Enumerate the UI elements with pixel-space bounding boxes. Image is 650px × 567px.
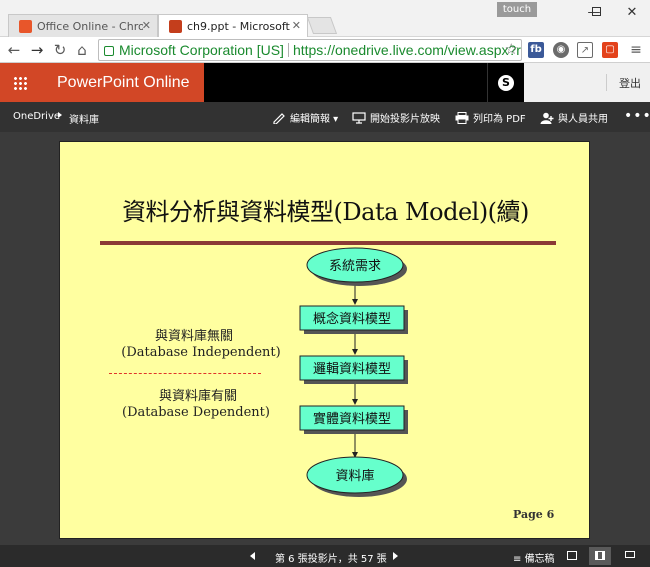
home-icon[interactable]: ⌂ xyxy=(72,40,92,60)
browser-tab-office-online[interactable]: Office Online - Chrome S ✕ xyxy=(8,14,158,37)
data-model-flowchart: 系統需求 概念資料模型 邏輯資料模型 實體資料模型 資料庫 xyxy=(299,247,408,497)
url-text: https://onedrive.live.com/view.aspx?re xyxy=(292,42,522,58)
normal-view-icon xyxy=(567,551,577,560)
waffle-icon xyxy=(13,76,27,90)
new-tab-button[interactable] xyxy=(306,17,338,34)
normal-view-button[interactable] xyxy=(561,547,583,565)
app-title[interactable]: PowerPoint Online xyxy=(40,63,204,102)
edit-presentation-button[interactable]: 編輯簡報 ▾ xyxy=(272,110,338,125)
browser-title-bar: Office Online - Chrome S ✕ ch9.ppt - Mic… xyxy=(0,0,650,37)
conceptual-model-text: 概念資料模型 xyxy=(313,311,391,327)
logical-model-text: 邏輯資料模型 xyxy=(313,362,391,377)
chrome-menu-icon[interactable]: ≡ xyxy=(626,40,646,60)
physical-model-text: 實體資料模型 xyxy=(313,411,391,427)
bookmark-star-icon[interactable]: ☆ xyxy=(505,40,518,60)
slide-page-number: Page 6 xyxy=(513,508,555,521)
start-slideshow-button[interactable]: 開始投影片放映 xyxy=(352,110,440,125)
close-tab-icon[interactable]: ✕ xyxy=(142,19,151,32)
status-bar: 第 6 張投影片，共 57 張 ≡ 備忘稿 xyxy=(0,545,650,567)
forward-arrow-icon[interactable]: → xyxy=(27,40,47,60)
certificate-label: Microsoft Corporation [US] xyxy=(119,42,284,58)
maximize-button[interactable] xyxy=(576,2,616,24)
edit-label: 編輯簡報 xyxy=(290,114,330,125)
projector-icon xyxy=(352,112,366,124)
compass-extension-icon[interactable]: ◉ xyxy=(553,42,569,58)
account-area: 登出 xyxy=(524,63,650,102)
browser-tab-ch9-ppt[interactable]: ch9.ppt - Microsoft Pow ✕ xyxy=(158,14,308,37)
reading-view-icon xyxy=(595,551,605,560)
close-window-button[interactable]: ✕ xyxy=(612,2,650,24)
printer-icon xyxy=(455,112,469,124)
print-pdf-button[interactable]: 列印為 PDF xyxy=(455,110,526,125)
tab-label: Office Online - Chrome S xyxy=(37,20,143,33)
back-arrow-icon[interactable]: ← xyxy=(4,40,24,60)
skype-icon: S xyxy=(498,75,514,91)
next-slide-icon[interactable] xyxy=(393,552,398,560)
slide-counter: 第 6 張投影片，共 57 張 xyxy=(275,554,387,565)
facebook-extension-icon[interactable]: fb xyxy=(528,42,544,58)
close-tab-icon[interactable]: ✕ xyxy=(292,19,301,32)
office-favicon-icon xyxy=(19,20,32,33)
reading-view-button[interactable] xyxy=(589,547,611,565)
breadcrumb-onedrive[interactable]: OneDrive xyxy=(13,111,60,122)
powerpoint-favicon-icon xyxy=(169,20,182,33)
lock-icon xyxy=(104,46,114,56)
tab-label: ch9.ppt - Microsoft Pow xyxy=(187,20,293,33)
notes-button[interactable]: ≡ 備忘稿 xyxy=(513,550,555,565)
slideshow-view-button[interactable] xyxy=(619,547,641,565)
office-header: PowerPoint Online S 登出 xyxy=(0,63,650,102)
pencil-icon xyxy=(273,113,285,124)
slide-canvas: 資料分析與資料模型(Data Model)(續) 與資料庫無關 (Databas… xyxy=(59,141,590,539)
share-extension-icon[interactable]: ↗ xyxy=(577,42,593,58)
signout-link[interactable]: 登出 xyxy=(619,75,641,91)
database-text: 資料庫 xyxy=(335,469,374,484)
touch-indicator: touch xyxy=(497,2,537,17)
breadcrumb-folder[interactable]: 資料庫 xyxy=(69,111,99,126)
slideshow-view-icon xyxy=(625,551,635,558)
share-label: 與人員共用 xyxy=(558,114,608,125)
office-extension-icon[interactable]: ▢ xyxy=(602,42,618,58)
previous-slide-icon[interactable] xyxy=(250,552,255,560)
app-launcher-button[interactable] xyxy=(0,63,40,102)
skype-button[interactable]: S xyxy=(487,63,523,102)
print-label: 列印為 PDF xyxy=(473,114,526,125)
address-toolbar: ← → ↻ ⌂ Microsoft Corporation [US] https:… xyxy=(0,37,650,63)
requirements-text: 系統需求 xyxy=(329,259,381,274)
slideshow-label: 開始投影片放映 xyxy=(370,114,440,125)
slide-stage: 資料分析與資料模型(Data Model)(續) 與資料庫無關 (Databas… xyxy=(0,132,650,545)
share-button[interactable]: 與人員共用 xyxy=(540,110,608,125)
notes-icon: ≡ xyxy=(513,554,525,565)
notes-label: 備忘稿 xyxy=(524,554,555,565)
more-options-icon[interactable]: ••• xyxy=(624,108,650,124)
command-bar: OneDrive 資料庫 編輯簡報 ▾ 開始投影片放映 列印為 PDF 與人員共… xyxy=(0,102,650,132)
add-person-icon xyxy=(540,112,554,124)
dropdown-arrow-icon: ▾ xyxy=(330,114,339,125)
breadcrumb-chevron-icon xyxy=(58,112,62,118)
address-bar[interactable]: Microsoft Corporation [US] https://onedri… xyxy=(98,39,522,61)
reload-icon[interactable]: ↻ xyxy=(50,40,70,60)
